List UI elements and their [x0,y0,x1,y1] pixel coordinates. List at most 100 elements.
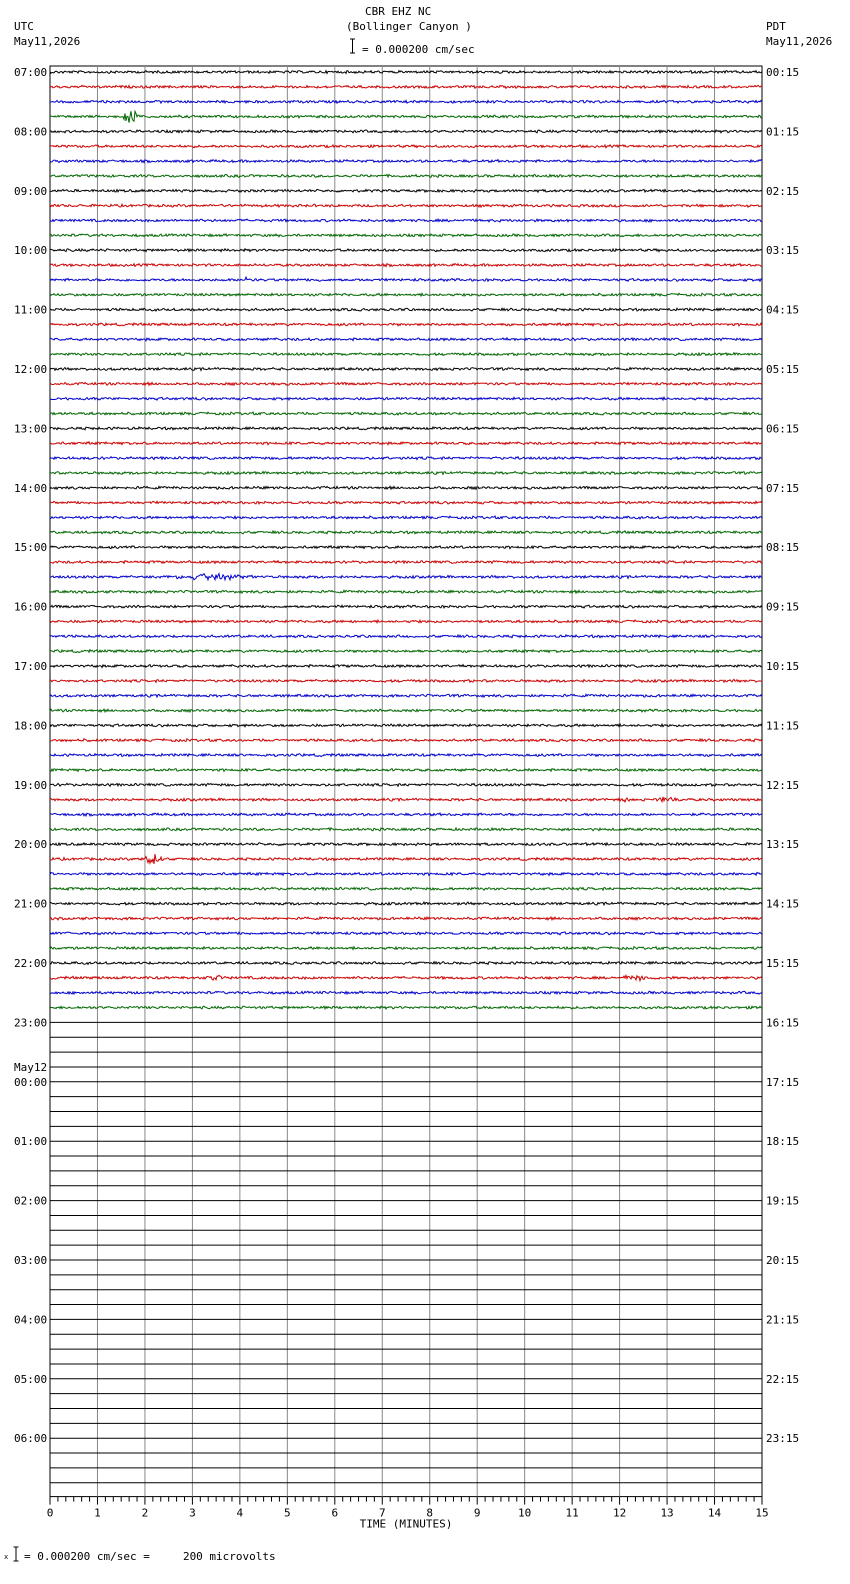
x-tick-label: 6 [331,1507,338,1520]
trace-row [49,973,763,983]
trace-row [49,811,763,818]
trace-row [49,841,763,847]
trace-row [49,663,762,669]
utc-hour-label: 19:00 [14,779,47,792]
x-tick-label: 10 [518,1507,531,1520]
trace-row [49,173,763,179]
x-axis-label: TIME (MINUTES) [360,1518,453,1531]
trace-row [49,455,763,461]
trace-row [49,945,763,951]
pdt-hour-label: 23:15 [766,1432,799,1445]
trace-row [49,960,763,966]
utc-hour-label: 22:00 [14,957,47,970]
trace-row [49,782,763,788]
pdt-hour-label: 00:15 [766,66,799,79]
trace-row [49,99,763,105]
trace-row [49,396,763,402]
trace-row [49,440,763,446]
pdt-hour-label: 22:15 [766,1373,799,1386]
trace-row [50,307,762,312]
trace-row [49,336,763,342]
utc-hour-label: 03:00 [14,1254,47,1267]
utc-hour-label: 23:00 [14,1016,47,1029]
seismogram-plot: 07:00 08:00 09:00 10:00 11:00 12:00 13:00 14:00… [14,65,799,1531]
utc-hour-label: 14:00 [14,482,47,495]
x-tick-label: 3 [189,1507,196,1520]
x-tick-label: 1 [94,1507,101,1520]
pdt-hour-label: 20:15 [766,1254,799,1267]
footer-scale-bar-icon: x [4,1546,20,1562]
trace-row [49,158,763,164]
trace-row [49,292,763,298]
utc-hour-label: 17:00 [14,660,47,673]
pdt-hour-label: 13:15 [766,838,799,851]
pdt-hour-label: 19:15 [766,1195,799,1208]
pdt-hour-label: 12:15 [766,779,799,792]
pdt-hour-label: 10:15 [766,660,799,673]
x-tick-label: 0 [47,1507,54,1520]
trace-row [49,217,763,223]
trace-row [49,886,763,892]
pdt-hour-label: 17:15 [766,1076,799,1089]
trace-row [49,589,763,595]
trace-row [49,381,763,387]
pdt-hour-label: 15:15 [766,957,799,970]
trace-row [49,618,763,624]
utc-hour-label: 10:00 [14,244,47,257]
utc-hour-label: 21:00 [14,898,47,911]
trace-row [49,722,763,728]
trace-row [49,901,763,907]
trace-row [49,767,763,773]
trace-row [49,930,763,936]
trace-row [49,500,763,506]
trace-row [49,559,763,565]
trace-row [49,366,763,372]
utc-hour-label: 18:00 [14,719,47,732]
trace-row [49,871,763,877]
trace-row [49,321,763,327]
pdt-hour-label: 01:15 [766,125,799,138]
utc-hour-label: 02:00 [14,1195,47,1208]
trace-row [49,854,763,866]
pdt-hour-label: 08:15 [766,541,799,554]
trace-row [49,109,763,123]
trace-row [49,485,763,491]
trace-row [49,232,763,238]
pdt-hour-label: 09:15 [766,601,799,614]
x-tick-label: 9 [474,1507,481,1520]
utc-hour-label: 11:00 [14,304,47,317]
pdt-hour-label: 14:15 [766,898,799,911]
trace-row [49,470,763,476]
trace-row [49,84,763,90]
pdt-hour-label: 16:15 [766,1016,799,1029]
trace-row [49,693,763,699]
pdt-hour-label: 04:15 [766,304,799,317]
pdt-hour-label: 02:15 [766,185,799,198]
utc-hour-label: 20:00 [14,838,47,851]
pdt-hour-label: 06:15 [766,422,799,435]
trace-row [49,796,763,804]
x-tick-label: 14 [708,1507,722,1520]
trace-row [49,275,763,283]
utc-hour-label: 15:00 [14,541,47,554]
trace-row [49,69,763,75]
utc-hour-label: 05:00 [14,1373,47,1386]
pdt-hour-label: 03:15 [766,244,799,257]
trace-row [49,604,763,610]
pdt-hour-label: 18:15 [766,1135,799,1148]
pdt-hour-label: 05:15 [766,363,799,376]
trace-row [49,648,763,654]
trace-row [49,737,763,743]
x-tick-label: 2 [142,1507,149,1520]
utc-hour-label: 00:00 [14,1076,47,1089]
utc-hour-label: 06:00 [14,1432,47,1445]
trace-row [49,351,763,357]
trace-row [49,262,763,268]
trace-row [49,990,763,996]
trace-row [50,678,762,684]
trace-row [49,128,763,134]
utc-hour-label: 01:00 [14,1135,47,1148]
x-tick-label: 13 [660,1507,673,1520]
trace-row [50,188,763,194]
utc-hour-label: 08:00 [14,125,47,138]
